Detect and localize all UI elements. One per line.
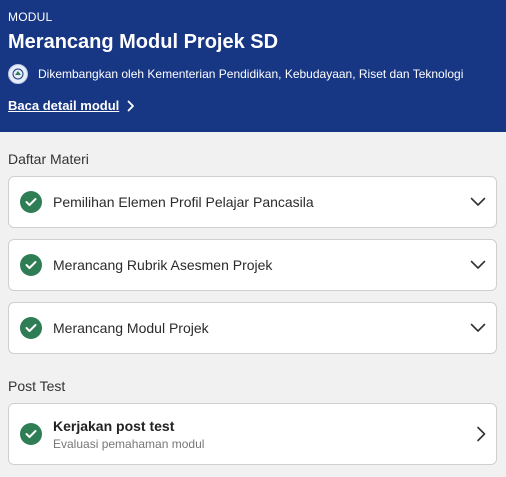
read-detail-link[interactable]: Baca detail modul — [8, 98, 135, 113]
ministry-logo-icon — [8, 64, 28, 84]
module-eyebrow: MODUL — [8, 10, 53, 24]
developer-row: Dikembangkan oleh Kementerian Pendidikan… — [8, 64, 463, 84]
check-circle-icon — [20, 423, 42, 445]
chevron-down-icon[interactable] — [470, 260, 486, 270]
chevron-down-icon[interactable] — [470, 197, 486, 207]
read-detail-label: Baca detail modul — [8, 98, 120, 113]
check-circle-icon — [20, 191, 42, 213]
developer-text: Dikembangkan oleh Kementerian Pendidikan… — [38, 67, 464, 81]
chevron-right-icon[interactable] — [476, 426, 486, 442]
post-test-subtitle: Evaluasi pemahaman modul — [53, 436, 205, 451]
check-circle-icon — [20, 317, 42, 339]
material-item[interactable]: Merancang Rubrik Asesmen Projek — [8, 239, 497, 291]
material-item[interactable]: Merancang Modul Projek — [8, 302, 497, 354]
module-header: MODUL Merancang Modul Projek SD Dikemban… — [0, 0, 506, 132]
post-test-title: Kerjakan post test — [53, 417, 175, 434]
materials-section-title: Daftar Materi — [8, 151, 89, 167]
chevron-right-icon — [127, 100, 135, 112]
chevron-down-icon[interactable] — [470, 323, 486, 333]
module-title: Merancang Modul Projek SD — [8, 31, 279, 53]
post-test-texts: Kerjakan post test Evaluasi pemahaman mo… — [53, 418, 476, 451]
check-circle-icon — [20, 254, 42, 276]
material-item-label: Merancang Modul Projek — [53, 320, 209, 336]
material-item-label: Pemilihan Elemen Profil Pelajar Pancasil… — [53, 194, 314, 210]
material-item-label: Merancang Rubrik Asesmen Projek — [53, 257, 273, 273]
material-item[interactable]: Pemilihan Elemen Profil Pelajar Pancasil… — [8, 176, 497, 228]
post-test-section-title: Post Test — [8, 378, 66, 394]
post-test-card[interactable]: Kerjakan post test Evaluasi pemahaman mo… — [8, 403, 497, 465]
